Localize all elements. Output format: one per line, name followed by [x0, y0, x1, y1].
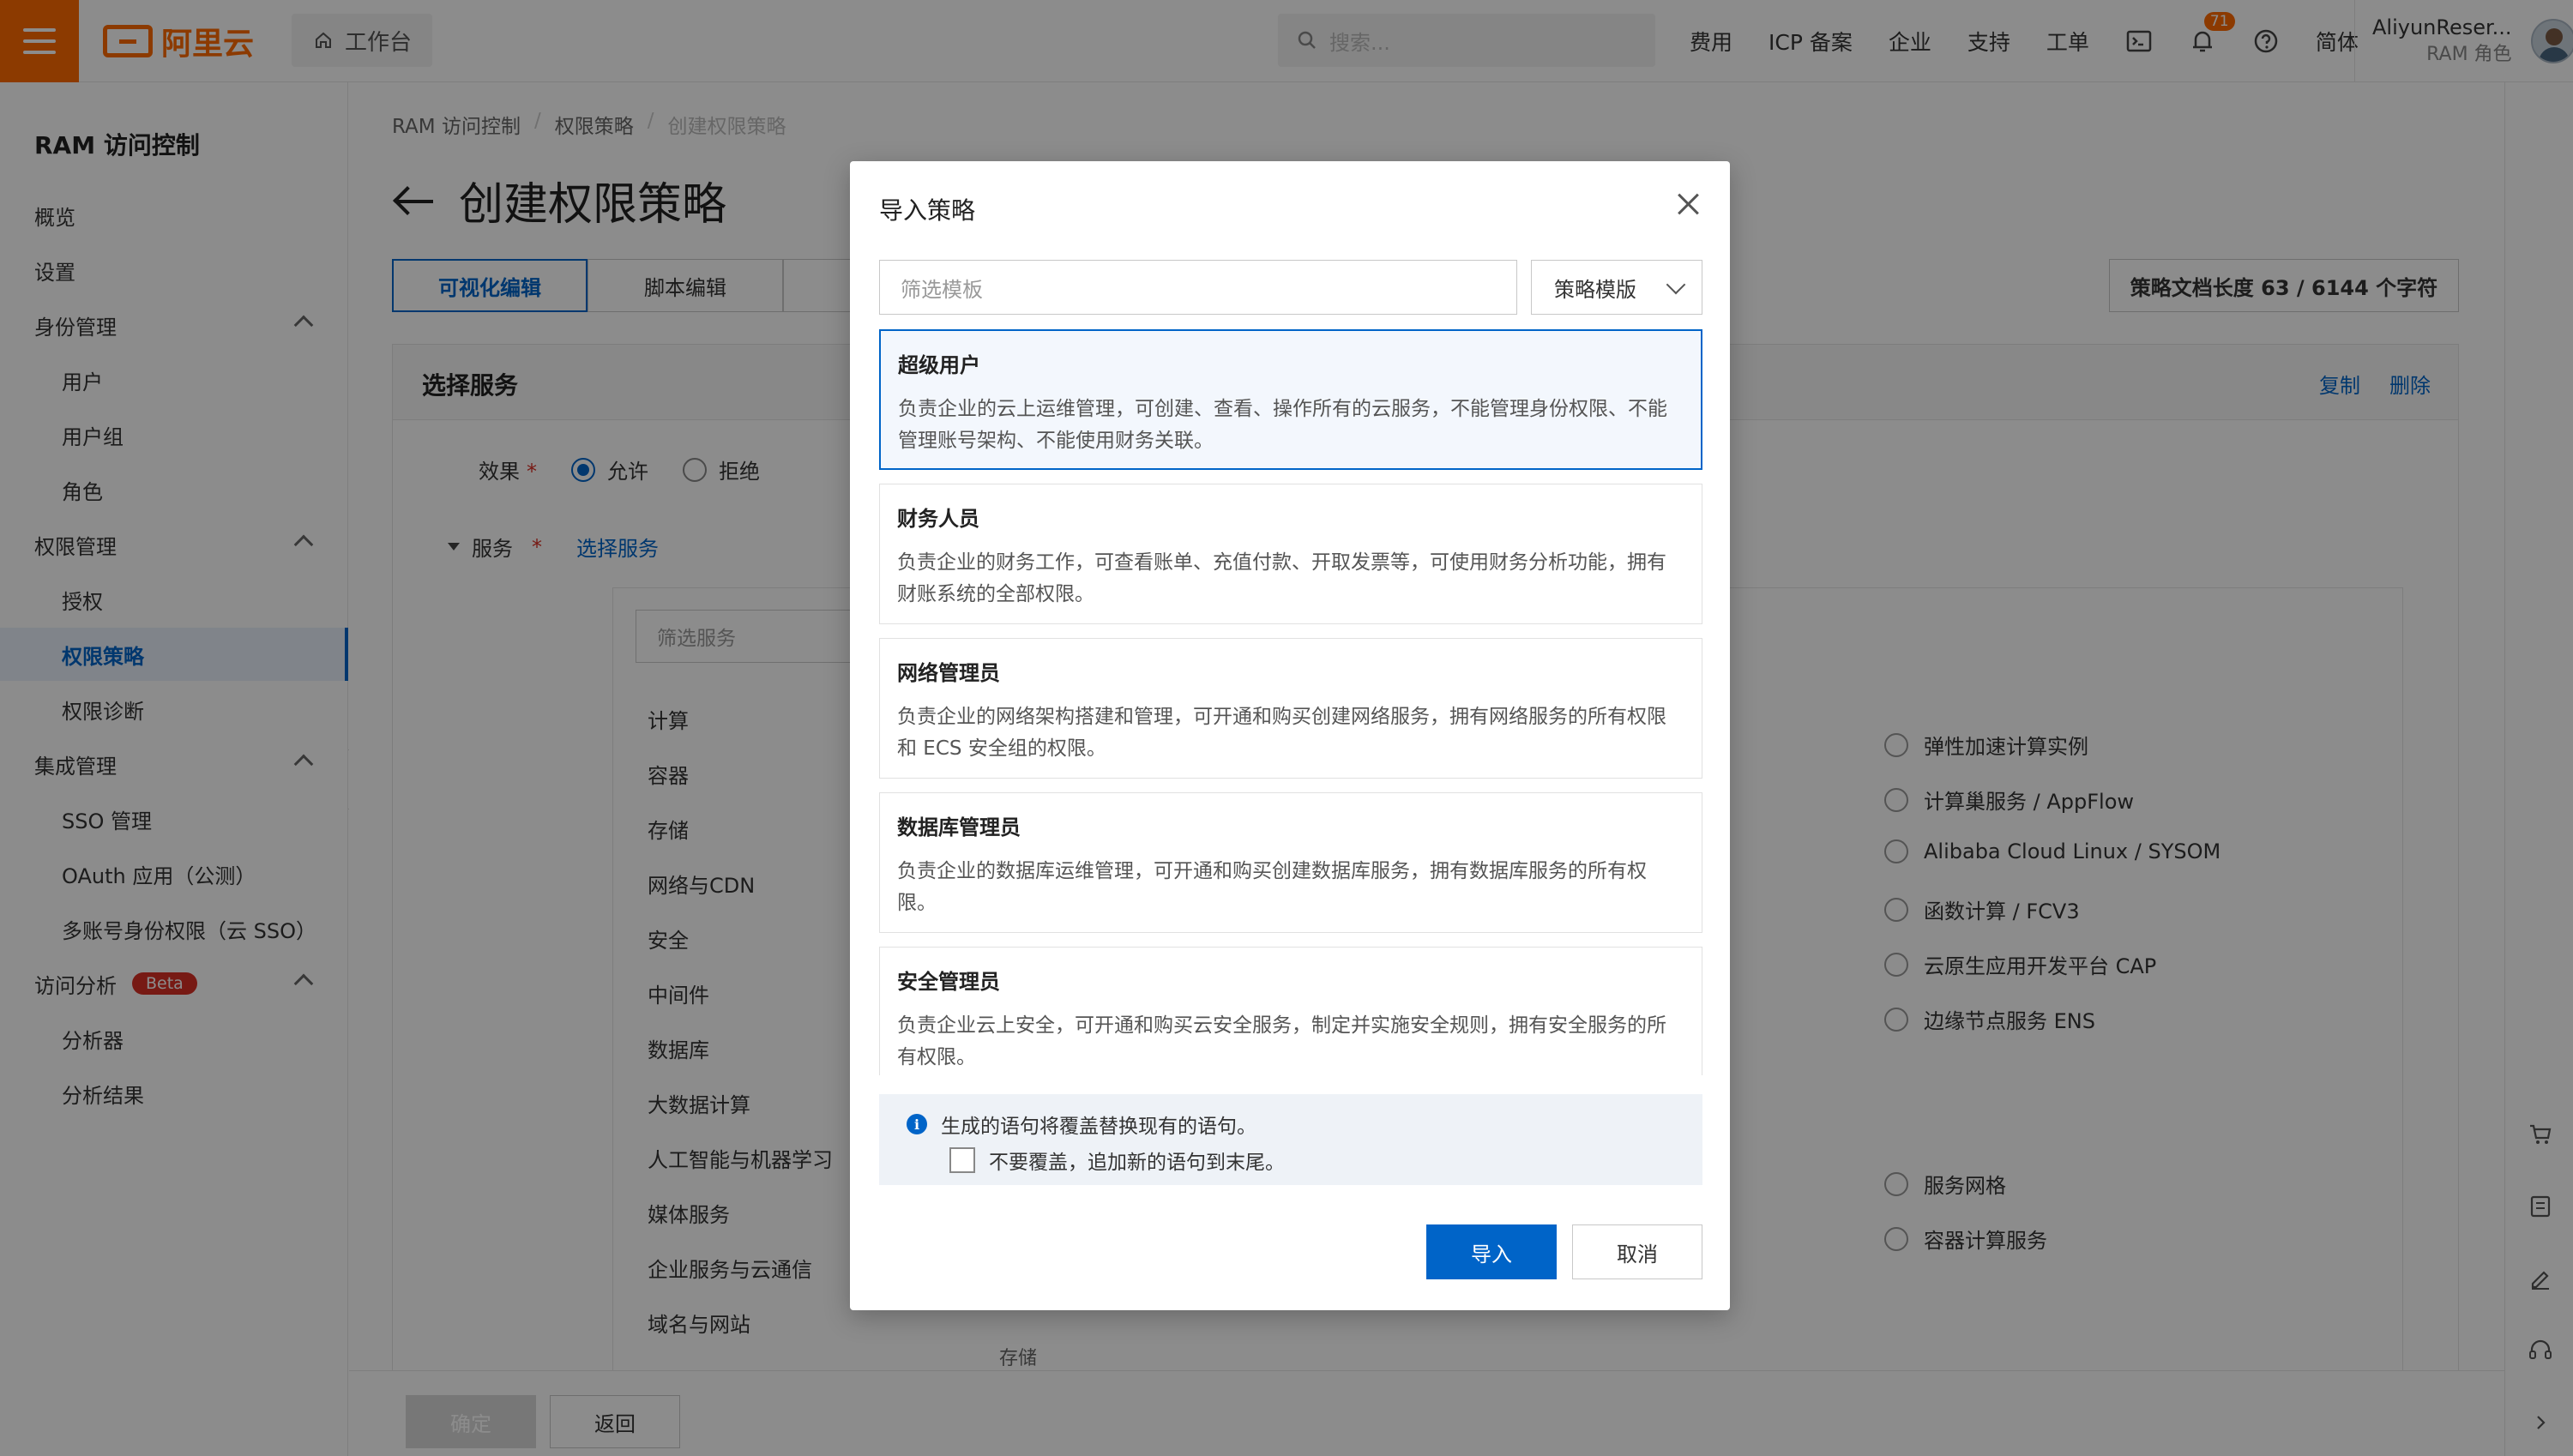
template-card[interactable]: 财务人员 负责企业的财务工作，可查看账单、充值付款、开取发票等，可使用财务分析功… [879, 484, 1702, 624]
append-checkbox[interactable] [949, 1147, 975, 1173]
overwrite-notice: i 生成的语句将覆盖替换现有的语句。 不要覆盖，追加新的语句到末尾。 [879, 1094, 1702, 1185]
template-filter-input[interactable]: 筛选模板 [879, 260, 1517, 315]
import-policy-dialog: 导入策略 筛选模板 策略模版 超级用户 负责企业的云上运维管理，可创建、查看、操… [850, 161, 1730, 1310]
template-card[interactable]: 安全管理员 负责企业云上安全，可开通和购买云安全服务，制定并实施安全规则，拥有安… [879, 947, 1702, 1075]
template-card[interactable]: 超级用户 负责企业的云上运维管理，可创建、查看、操作所有的云服务，不能管理身份权… [879, 329, 1702, 470]
append-option-label[interactable]: 不要覆盖，追加新的语句到末尾。 [989, 1146, 1285, 1175]
info-icon: i [907, 1114, 927, 1134]
template-card[interactable]: 数据库管理员 负责企业的数据库运维管理，可开通和购买创建数据库服务，拥有数据库服… [879, 792, 1702, 933]
template-list[interactable]: 超级用户 负责企业的云上运维管理，可创建、查看、操作所有的云服务，不能管理身份权… [879, 329, 1702, 1075]
close-icon[interactable] [1677, 192, 1701, 216]
template-card[interactable]: 网络管理员 负责企业的网络架构搭建和管理，可开通和购买创建网络服务，拥有网络服务… [879, 638, 1702, 779]
chevron-down-icon [1666, 274, 1686, 295]
template-type-select[interactable]: 策略模版 [1531, 260, 1702, 315]
cancel-button[interactable]: 取消 [1572, 1224, 1702, 1279]
import-button[interactable]: 导入 [1426, 1224, 1557, 1279]
dialog-title: 导入策略 [879, 196, 976, 225]
notice-text: 生成的语句将覆盖替换现有的语句。 [941, 1116, 1256, 1138]
